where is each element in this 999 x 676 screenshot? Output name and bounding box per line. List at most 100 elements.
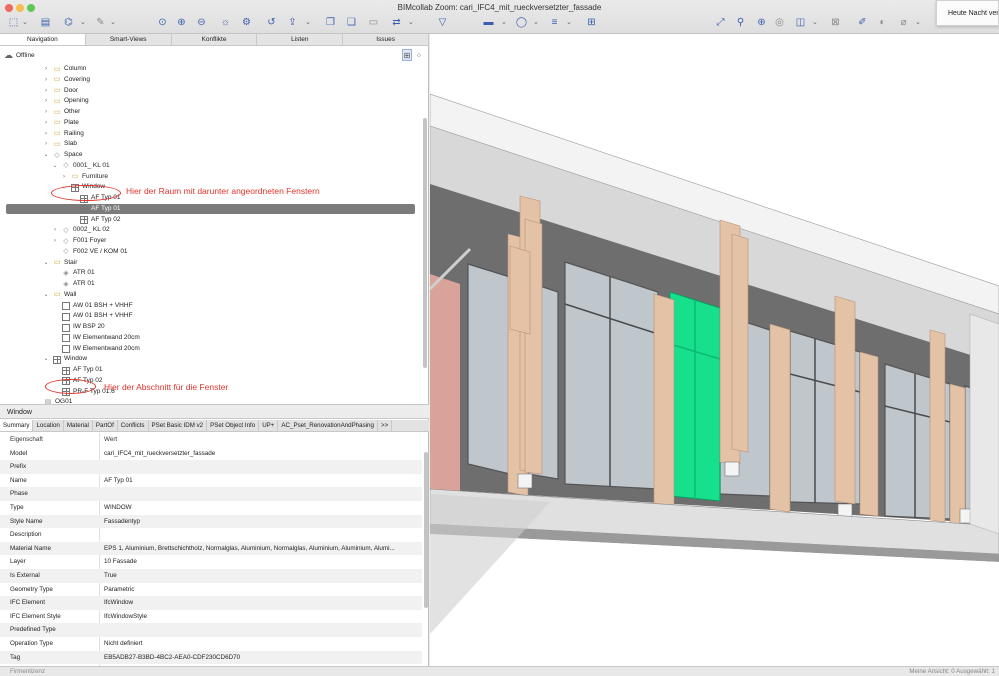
chevron-right-icon[interactable]: › — [60, 172, 68, 183]
lock-icon[interactable]: ⊠ — [829, 16, 842, 29]
measure-icon[interactable]: ⊞ — [585, 16, 598, 29]
tree-row[interactable]: › ▭ Plate — [0, 118, 422, 129]
table-row[interactable]: Style Name Fassadentyp — [0, 514, 422, 529]
chevron-down-icon[interactable]: ⌄ — [51, 161, 59, 172]
tree-row[interactable]: AW 01 BSH + VHHF — [0, 311, 422, 322]
table-row[interactable]: Model cari_IFC4_mit_rueckversetzter_fassa… — [0, 447, 422, 461]
chevron-right-icon[interactable]: › — [42, 107, 50, 118]
hide-icon[interactable]: ⌀ — [897, 16, 910, 29]
grid-view-icon[interactable]: ⁘ — [414, 49, 424, 61]
fit-view-icon[interactable]: ⤢ — [714, 16, 727, 29]
chevron-down-icon[interactable]: ⌄ — [533, 18, 539, 26]
chevron-right-icon[interactable]: › — [42, 86, 50, 97]
chevron-down-icon[interactable]: ⌄ — [22, 18, 28, 26]
tools-icon[interactable]: ✎ — [94, 16, 107, 29]
tree-row[interactable]: IW Elementwand 20cm — [0, 344, 422, 355]
chevron-down-icon[interactable]: ⌄ — [408, 18, 414, 26]
table-row[interactable]: Predefined Type — [0, 623, 422, 637]
chevron-down-icon[interactable]: ⌄ — [42, 150, 50, 161]
table-row[interactable]: Is External True — [0, 569, 422, 583]
transparency-icon[interactable]: ◐ — [876, 16, 889, 29]
notification-toast[interactable]: Heute Nacht ver — [936, 0, 999, 26]
tree-row[interactable]: AF Typ 01 — [0, 365, 422, 376]
export-icon[interactable]: ⇪ — [286, 16, 299, 29]
tree-row[interactable]: ⌄ ◇ Space — [0, 150, 422, 161]
tree-row[interactable]: › ▭ Column — [0, 64, 422, 75]
column-header-key[interactable]: Eigenschaft — [10, 433, 43, 447]
chevron-down-icon[interactable]: ⌄ — [42, 354, 50, 365]
visibility-icon[interactable]: ◫ — [794, 16, 807, 29]
undo-view-icon[interactable]: ↺ — [265, 16, 278, 29]
tree-row[interactable]: ⌄ Window — [0, 354, 422, 365]
chevron-down-icon[interactable]: ⌄ — [915, 18, 921, 26]
tree-row[interactable]: ⌄ ◇ 0001_ KL 01 — [0, 161, 422, 172]
tree-row[interactable]: › ▭ Covering — [0, 75, 422, 86]
tree-row[interactable]: AF Typ 02 — [0, 215, 422, 226]
tree-row[interactable]: › ◇ 0002_ KL 02 — [0, 225, 422, 236]
chevron-down-icon[interactable]: ⌄ — [305, 18, 311, 26]
hierarchy-icon[interactable]: ⌬ — [62, 16, 75, 29]
tree-row[interactable]: › ▭ Slab — [0, 139, 422, 150]
table-row[interactable]: Tag EB5ADB27-B3BD-4BC2-AEA0-CDF230CD6D70 — [0, 650, 422, 665]
tab-up-[interactable]: UP+ — [259, 420, 279, 431]
chevron-down-icon[interactable]: ⌄ — [110, 18, 116, 26]
chevron-right-icon[interactable]: › — [42, 118, 50, 129]
tree-scrollbar[interactable] — [423, 118, 427, 368]
tree-row[interactable]: › ▭ Door — [0, 86, 422, 97]
tree-row[interactable]: IW Elementwand 20cm — [0, 333, 422, 344]
table-row[interactable]: Prefix — [0, 460, 422, 474]
chevron-right-icon[interactable]: › — [51, 225, 59, 236]
table-row[interactable]: Description — [0, 528, 422, 542]
section-box-icon[interactable]: ◯ — [515, 16, 528, 29]
tab-navigation[interactable]: Navigation — [0, 34, 86, 45]
save-icon[interactable]: ▤ — [39, 16, 52, 29]
tab-issues[interactable]: Issues — [343, 34, 429, 45]
tree-row[interactable]: ▤ OG01 — [0, 397, 422, 404]
copy-icon[interactable]: ❐ — [324, 16, 337, 29]
tree-row[interactable]: › ▭ Furniture — [0, 172, 422, 183]
tree-row[interactable]: › ◇ F001 Foyer — [0, 236, 422, 247]
tree-row[interactable]: AW 01 BSH + VHHF — [0, 301, 422, 312]
chevron-right-icon[interactable]: › — [51, 236, 59, 247]
zoom-extents-icon[interactable]: ⊙ — [156, 16, 169, 29]
column-header-value[interactable]: Wert — [104, 433, 416, 447]
chevron-down-icon[interactable]: ⌄ — [566, 18, 572, 26]
tab-material[interactable]: Material — [64, 420, 93, 431]
isolate-icon[interactable]: ◎ — [773, 16, 786, 29]
screen-icon[interactable]: ▭ — [367, 16, 380, 29]
chevron-down-icon[interactable]: ⌄ — [42, 258, 50, 269]
tab-conflicts[interactable]: Conflicts — [118, 420, 149, 431]
tree-row[interactable]: › ▭ Opening — [0, 96, 422, 107]
3d-viewport[interactable] — [430, 34, 999, 666]
section-plane-icon[interactable]: ▬ — [482, 16, 495, 29]
filter-icon[interactable]: ▽ — [436, 16, 449, 29]
chevron-right-icon[interactable]: › — [42, 75, 50, 86]
chevron-down-icon[interactable]: ⌄ — [42, 290, 50, 301]
tree-row[interactable]: ◇ F002 VE / KOM 01 — [0, 247, 422, 258]
table-row[interactable]: IFC Element IfcWindow — [0, 596, 422, 610]
zoom-out-icon[interactable]: ⊖ — [195, 16, 208, 29]
tab--[interactable]: >> — [378, 420, 393, 431]
tab-listen[interactable]: Listen — [257, 34, 344, 45]
tab-smart-views[interactable]: Smart-Views — [86, 34, 172, 45]
tree-view-icon[interactable]: ⊞ — [402, 49, 412, 61]
chevron-down-icon[interactable]: ⌄ — [812, 18, 818, 26]
table-row[interactable]: Type WINDOW — [0, 501, 422, 515]
table-row[interactable]: Name AF Typ 01 — [0, 474, 422, 488]
duplicate-icon[interactable]: ❏ — [345, 16, 358, 29]
tree-row[interactable]: ◈ ATR 01 — [0, 279, 422, 290]
chevron-right-icon[interactable]: › — [42, 129, 50, 140]
table-row[interactable]: Operation Type Nicht definiert — [0, 637, 422, 651]
settings-icon[interactable]: ⚙ — [240, 16, 253, 29]
table-row[interactable]: Geometry Type Parametric — [0, 583, 422, 597]
tab-location[interactable]: Location — [33, 420, 64, 431]
tab-pset-basic-idm-v2[interactable]: PSet Basic IDM v2 — [149, 420, 208, 431]
light-icon[interactable]: ☼ — [219, 16, 232, 29]
tree-row-selected[interactable]: AF Typ 01 — [0, 203, 422, 215]
tree-row[interactable]: ⌄ ▭ Wall — [0, 290, 422, 301]
zoom-selection-icon[interactable]: ⊕ — [755, 16, 768, 29]
tab-ac-pset-renovationandphasing[interactable]: AC_Pset_RenovationAndPhasing — [278, 420, 378, 431]
tree-row[interactable]: ⌄ ▭ Stair — [0, 258, 422, 269]
zoom-in-icon[interactable]: ⊕ — [175, 16, 188, 29]
open-model-icon[interactable]: ⬚ — [7, 16, 20, 29]
